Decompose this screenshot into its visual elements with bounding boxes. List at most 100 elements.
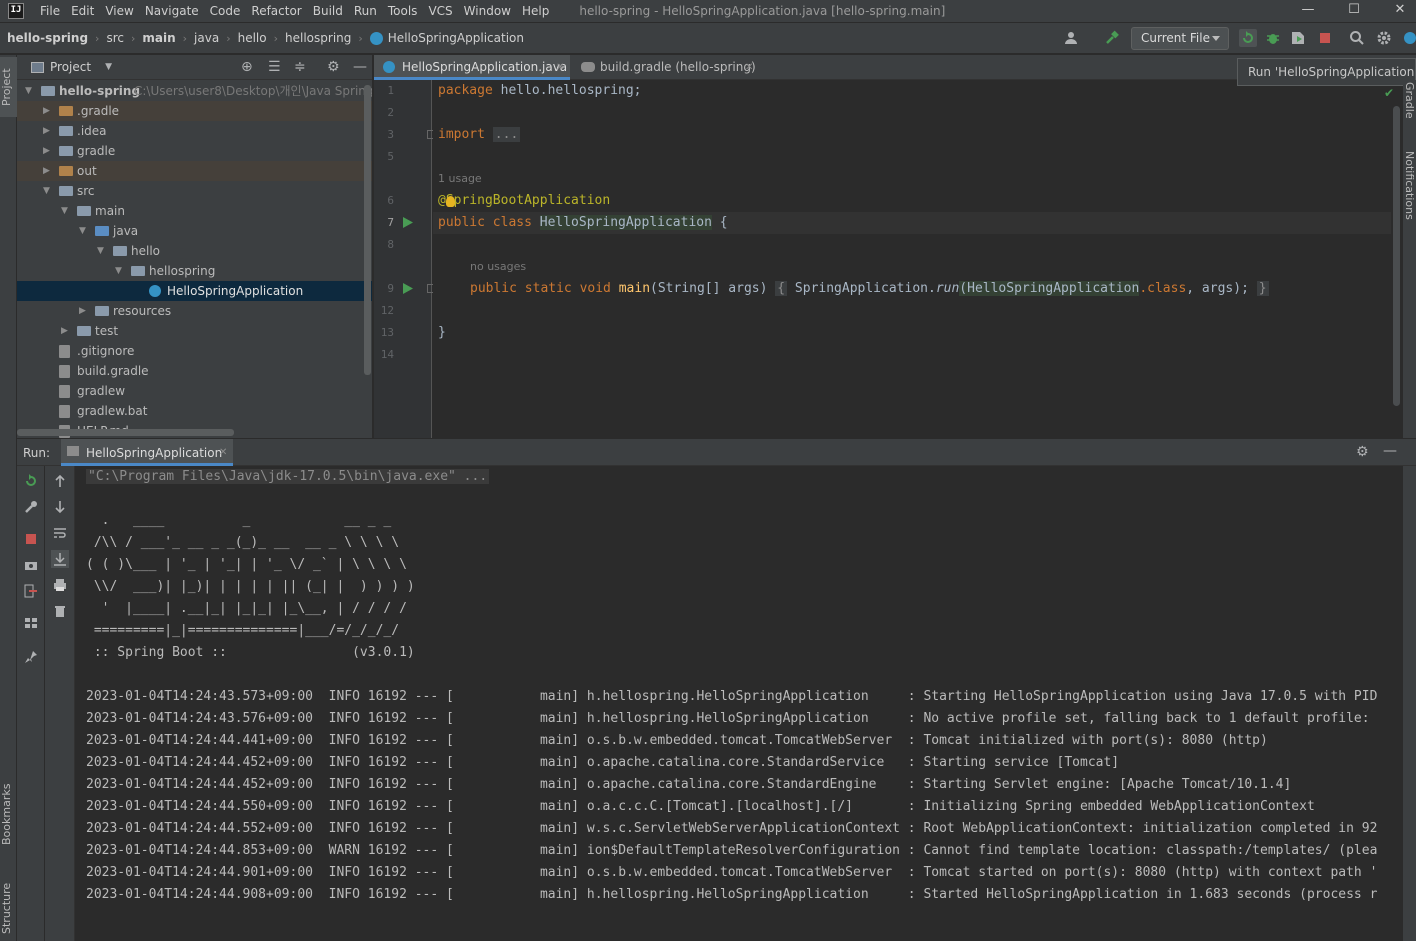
stop-icon[interactable] [24,532,38,546]
project-view-selector[interactable]: Project [50,60,91,74]
minimize-button[interactable]: — [1285,0,1331,22]
chevron-down-icon[interactable]: ▼ [97,241,107,261]
tree-item-main[interactable]: ▼ main [17,201,372,221]
menu-run[interactable]: Run [354,4,377,18]
run-gutter-icon[interactable] [403,217,413,228]
breadcrumb-src[interactable]: src [106,31,124,45]
tree-item-idea[interactable]: ▶ .idea [17,121,372,141]
chevron-down-icon[interactable]: ▼ [61,201,71,221]
usage-hint[interactable]: 1 usage [438,172,482,185]
user-icon[interactable] [1064,30,1080,46]
structure-tool-tab[interactable]: Structure [0,875,17,941]
menu-vcs[interactable]: VCS [428,4,452,18]
chevron-right-icon[interactable]: ▶ [61,321,71,341]
menu-tools[interactable]: Tools [388,4,418,18]
layout-icon[interactable] [24,616,38,630]
tree-item-gradle[interactable]: ▶ gradle [17,141,372,161]
tab-hellospringapplication[interactable]: HelloSpringApplication.java ✕ [374,55,570,80]
up-arrow-icon[interactable] [53,474,67,488]
close-tab-icon[interactable]: ✕ [745,55,753,80]
gradle-tool-tab[interactable]: Gradle [1403,80,1416,120]
tree-item-gradle[interactable]: ▶ .gradle [17,101,372,121]
build-hammer-icon[interactable] [1104,30,1120,46]
tree-horizontal-scrollbar[interactable] [17,429,234,436]
folded-imports[interactable]: ... [492,127,521,142]
menu-refactor[interactable]: Refactor [251,4,301,18]
chevron-down-icon[interactable]: ▼ [115,261,125,281]
rerun-icon[interactable] [24,474,38,488]
clear-trash-icon[interactable] [53,604,67,618]
menu-build[interactable]: Build [313,4,343,18]
debug-icon[interactable] [1265,30,1281,46]
console-output[interactable]: "C:\Program Files\Java\jdk-17.0.5\bin\ja… [76,466,1403,941]
stop-icon[interactable] [1317,30,1333,46]
search-icon[interactable] [1349,30,1365,46]
tree-item-hello[interactable]: ▼ hello [17,241,372,261]
notifications-tool-tab[interactable]: Notifications [1403,140,1416,230]
tree-vertical-scrollbar[interactable] [364,85,371,375]
breadcrumb-main[interactable]: main [142,31,175,45]
breadcrumb-class[interactable]: HelloSpringApplication [388,31,524,45]
tree-item-hellospring[interactable]: ▼ hellospring [17,261,372,281]
camera-dump-icon[interactable] [24,558,38,572]
chevron-down-icon[interactable]: ▼ [25,81,35,101]
scroll-to-end-icon[interactable] [51,550,69,568]
chevron-down-icon[interactable]: ▼ [43,181,53,201]
tree-item-hellospringapplication[interactable]: HelloSpringApplication [17,281,372,301]
menu-file[interactable]: File [40,4,60,18]
down-arrow-icon[interactable] [53,500,67,514]
breadcrumb-hellospring[interactable]: hellospring [285,31,351,45]
tree-item-java[interactable]: ▼ java [17,221,372,241]
expand-all-icon[interactable]: ☰ [268,59,281,75]
tree-item-gradlew-bat[interactable]: gradlew.bat [17,401,372,421]
chevron-right-icon[interactable]: ▶ [43,121,53,141]
menu-help[interactable]: Help [522,4,549,18]
rerun-icon[interactable] [1239,29,1257,47]
panel-settings-icon[interactable]: ⚙ [327,59,340,75]
tab-build-gradle[interactable]: build.gradle (hello-spring) ✕ [574,55,764,80]
exit-icon[interactable] [24,584,38,598]
pin-tab-icon[interactable] [24,650,38,664]
editor-scrollbar[interactable] [1393,106,1400,406]
run-configuration-dropdown[interactable]: Current File [1131,27,1229,50]
menu-edit[interactable]: Edit [71,4,94,18]
usage-hint[interactable]: no usages [470,260,526,273]
menu-window[interactable]: Window [464,4,511,18]
chevron-right-icon[interactable]: ▶ [43,161,53,181]
chevron-right-icon[interactable]: ▶ [43,101,53,121]
breadcrumb-hello[interactable]: hello [238,31,267,45]
soft-wrap-icon[interactable] [53,526,67,540]
tree-item-gitignore[interactable]: .gitignore [17,341,372,361]
print-icon[interactable] [53,578,67,592]
chevron-down-icon[interactable]: ▼ [79,221,89,241]
hide-run-panel-icon[interactable]: — [1383,443,1397,459]
code-editor[interactable]: package hello.hellospring; import ... 1 … [433,80,1391,438]
tree-item-hello-spring[interactable]: ▼ hello-spring C:\Users\user8\Desktop\개인\J… [17,81,372,101]
tree-item-test[interactable]: ▶ test [17,321,372,341]
project-tool-tab[interactable]: Project [0,57,17,117]
close-tab-icon[interactable]: ✕ [219,447,227,458]
close-window-button[interactable]: ✕ [1377,0,1416,22]
tree-item-src[interactable]: ▼ src [17,181,372,201]
menu-navigate[interactable]: Navigate [145,4,199,18]
hide-panel-icon[interactable]: — [353,59,367,75]
close-tab-icon[interactable]: ✕ [556,55,564,80]
tree-item-gradlew[interactable]: gradlew [17,381,372,401]
dropdown-chevron-icon[interactable]: ▼ [105,62,112,72]
maximize-button[interactable]: ☐ [1331,0,1377,22]
settings-gear-icon[interactable] [1376,30,1392,46]
tree-item-build-gradle[interactable]: build.gradle [17,361,372,381]
tree-item-out[interactable]: ▶ out [17,161,372,181]
java-command[interactable]: "C:\Program Files\Java\jdk-17.0.5\bin\ja… [86,469,490,484]
breadcrumb-project[interactable]: hello-spring [7,31,88,45]
menu-code[interactable]: Code [210,4,241,18]
run-gutter-icon[interactable] [403,283,413,294]
run-settings-icon[interactable]: ⚙ [1356,444,1369,460]
chevron-right-icon[interactable]: ▶ [79,301,89,321]
coverage-icon[interactable] [1290,30,1306,46]
collapse-all-icon[interactable]: ≑ [294,59,306,75]
tree-item-resources[interactable]: ▶ resources [17,301,372,321]
locate-file-icon[interactable]: ⊕ [241,59,253,75]
jetbrains-assistant-icon[interactable] [1402,30,1416,46]
menu-view[interactable]: View [105,4,133,18]
